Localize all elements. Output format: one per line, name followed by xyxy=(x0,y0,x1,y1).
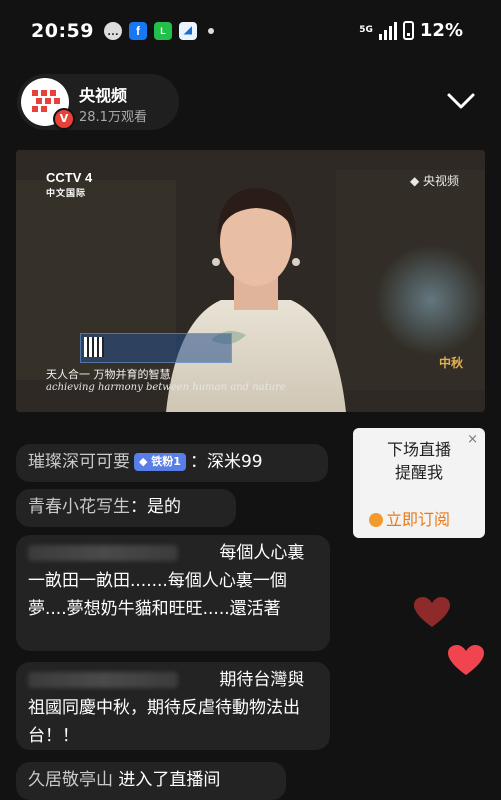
channel-header[interactable]: V 央视频 28.1万观看 xyxy=(17,74,179,130)
system-indicators: 5G 12% xyxy=(359,20,463,41)
subscribe-button[interactable]: 立即订阅 xyxy=(369,506,450,530)
chat-text: 是的 xyxy=(147,497,181,517)
fan-badge: ◆ 铁粉1 xyxy=(134,453,186,471)
chat-message[interactable]: 青春小花写生：是的 xyxy=(16,489,236,527)
heart-icon[interactable] xyxy=(448,645,484,677)
notification-icons: … f L ◢ xyxy=(104,22,214,40)
network-indicator: 5G xyxy=(359,25,373,35)
battery-icon xyxy=(402,21,414,40)
chat-username[interactable]: 璀璨深可可要 xyxy=(28,452,130,472)
signal-icon xyxy=(378,21,397,40)
cctv4-logo: CCTV 4 中文国际 xyxy=(46,170,93,198)
live-reminder-card: × 下场直播 提醒我 立即订阅 xyxy=(353,428,485,538)
video-subtitle-en: achieving harmony between human and natu… xyxy=(46,382,286,393)
app-icon: ◢ xyxy=(179,22,197,40)
chat-username[interactable]: 青春小花写生 xyxy=(28,497,130,517)
blurred-username xyxy=(28,545,178,561)
heart-icon xyxy=(414,597,450,627)
qr-code-icon xyxy=(84,337,104,357)
video-subtitle-cn: 天人合一 万物并育的智慧 xyxy=(46,368,171,381)
watermark: ◆ 央视频 xyxy=(409,174,459,188)
mid-autumn-logo: 中秋 xyxy=(438,356,463,370)
view-count: 28.1万观看 xyxy=(79,110,147,125)
chat-text: 进入了直播间 xyxy=(118,770,221,790)
verified-badge-icon: V xyxy=(53,108,75,130)
reminder-text: 下场直播 提醒我 xyxy=(386,440,451,482)
chat-message[interactable]: 期待台灣與祖國同慶中秋，期待反虐待動物法出台！！ xyxy=(16,662,330,750)
battery-percent: 12% xyxy=(419,20,463,41)
chat-message[interactable]: 璀璨深可可要 ◆ 铁粉1 ：深米99 xyxy=(16,444,328,482)
line-icon: L xyxy=(154,22,172,40)
more-notifications-dot xyxy=(208,28,214,34)
status-bar: 20:59 … f L ◢ 5G 12% xyxy=(0,0,501,64)
chat-username[interactable]: 久居敬亭山 xyxy=(28,770,113,790)
clock-icon xyxy=(369,513,383,527)
status-time: 20:59 xyxy=(31,20,94,42)
blurred-username xyxy=(28,672,178,688)
video-player[interactable]: CCTV 4 中文国际 ◆ 央视频 天人合一 万物并育的智慧 achieving… xyxy=(16,150,485,412)
qr-panel xyxy=(80,333,232,363)
facebook-icon: f xyxy=(129,22,147,40)
chat-text: 深米99 xyxy=(206,452,263,472)
chat-message[interactable]: 久居敬亭山 进入了直播间 xyxy=(16,762,286,800)
chevron-down-icon[interactable] xyxy=(441,86,481,116)
chat-bubble-icon: … xyxy=(104,22,122,40)
channel-name: 央视频 xyxy=(79,86,128,105)
chat-message[interactable]: 每個人心裏一畝田一畝田.......每個人心裏一個夢....夢想奶牛貓和旺旺..… xyxy=(16,535,330,651)
